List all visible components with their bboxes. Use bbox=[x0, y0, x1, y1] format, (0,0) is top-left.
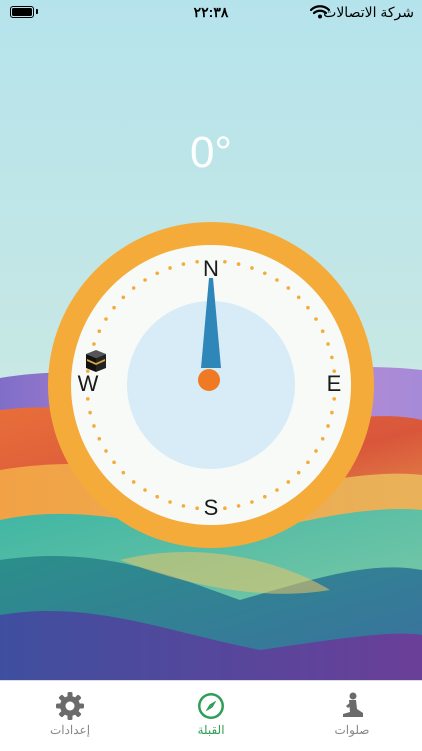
tick-dot bbox=[181, 262, 186, 266]
tick-dot bbox=[332, 397, 337, 401]
tick-dot bbox=[121, 295, 126, 300]
qibla-compass[interactable]: N E S W bbox=[46, 220, 376, 550]
kaaba-icon bbox=[86, 350, 106, 372]
tick-dot bbox=[263, 271, 267, 276]
tab-qibla-label: القبلة bbox=[197, 723, 225, 737]
tick-dot bbox=[92, 424, 96, 428]
tick-dot bbox=[275, 488, 279, 492]
tick-dot bbox=[88, 410, 92, 415]
tick-dot bbox=[92, 342, 96, 346]
tab-prayers[interactable]: صلوات bbox=[282, 681, 422, 751]
status-bar: ٢٢:٣٨ شركة الاتصالات bbox=[0, 0, 422, 26]
tick-dot bbox=[314, 317, 318, 321]
tick-dot bbox=[97, 329, 102, 333]
tab-settings-label: إعدادات bbox=[49, 723, 91, 737]
prayer-icon bbox=[343, 692, 363, 717]
tick-dot bbox=[112, 460, 116, 465]
direction-north: N bbox=[203, 256, 219, 281]
carrier-name: شركة الاتصالات bbox=[323, 4, 414, 20]
tick-dot bbox=[143, 488, 147, 492]
direction-east: E bbox=[327, 371, 342, 396]
compass-icon bbox=[198, 693, 224, 719]
tick-dot bbox=[155, 494, 159, 499]
tab-qibla[interactable]: القبلة bbox=[141, 681, 281, 751]
tab-prayers-label: صلوات bbox=[334, 723, 370, 737]
tick-dot bbox=[250, 500, 254, 504]
heading-degrees: 0° bbox=[189, 128, 233, 177]
tick-dot bbox=[286, 480, 291, 484]
needle-pivot bbox=[198, 369, 220, 391]
tick-dot bbox=[263, 494, 267, 499]
tick-dot bbox=[306, 305, 310, 310]
direction-south: S bbox=[204, 495, 219, 520]
tab-settings[interactable]: إعدادات bbox=[0, 681, 140, 751]
tick-dot bbox=[275, 278, 279, 282]
tick-dot bbox=[314, 449, 318, 453]
tick-dot bbox=[155, 271, 159, 276]
tick-dot bbox=[296, 470, 301, 475]
tick-dot bbox=[131, 286, 136, 290]
tick-dot bbox=[168, 266, 172, 270]
tick-dot bbox=[286, 286, 291, 290]
tab-bar: إعدادات القبلة صلوات bbox=[0, 680, 422, 751]
tick-dot bbox=[320, 437, 325, 441]
tick-dot bbox=[143, 278, 147, 282]
tick-dot bbox=[306, 460, 310, 465]
tick-dot bbox=[236, 504, 241, 508]
tick-dot bbox=[131, 480, 136, 484]
tick-dot bbox=[330, 410, 334, 415]
tick-dot bbox=[104, 449, 108, 453]
gear-icon bbox=[56, 692, 84, 720]
tick-dot bbox=[112, 305, 116, 310]
tick-dot bbox=[223, 506, 227, 511]
tick-dot bbox=[223, 259, 227, 264]
tick-dot bbox=[168, 500, 172, 504]
tick-dot bbox=[236, 262, 241, 266]
tick-dot bbox=[195, 506, 199, 511]
tick-dot bbox=[97, 437, 102, 441]
tick-dot bbox=[250, 266, 254, 270]
tick-dot bbox=[104, 317, 108, 321]
tick-dot bbox=[121, 470, 126, 475]
direction-west: W bbox=[78, 371, 99, 396]
tick-dot bbox=[85, 397, 90, 401]
tick-dot bbox=[296, 295, 301, 300]
tick-dot bbox=[330, 355, 334, 360]
tick-dot bbox=[326, 424, 330, 428]
tick-dot bbox=[181, 504, 186, 508]
tick-dot bbox=[320, 329, 325, 333]
tick-dot bbox=[195, 259, 199, 264]
tick-dot bbox=[326, 342, 330, 346]
